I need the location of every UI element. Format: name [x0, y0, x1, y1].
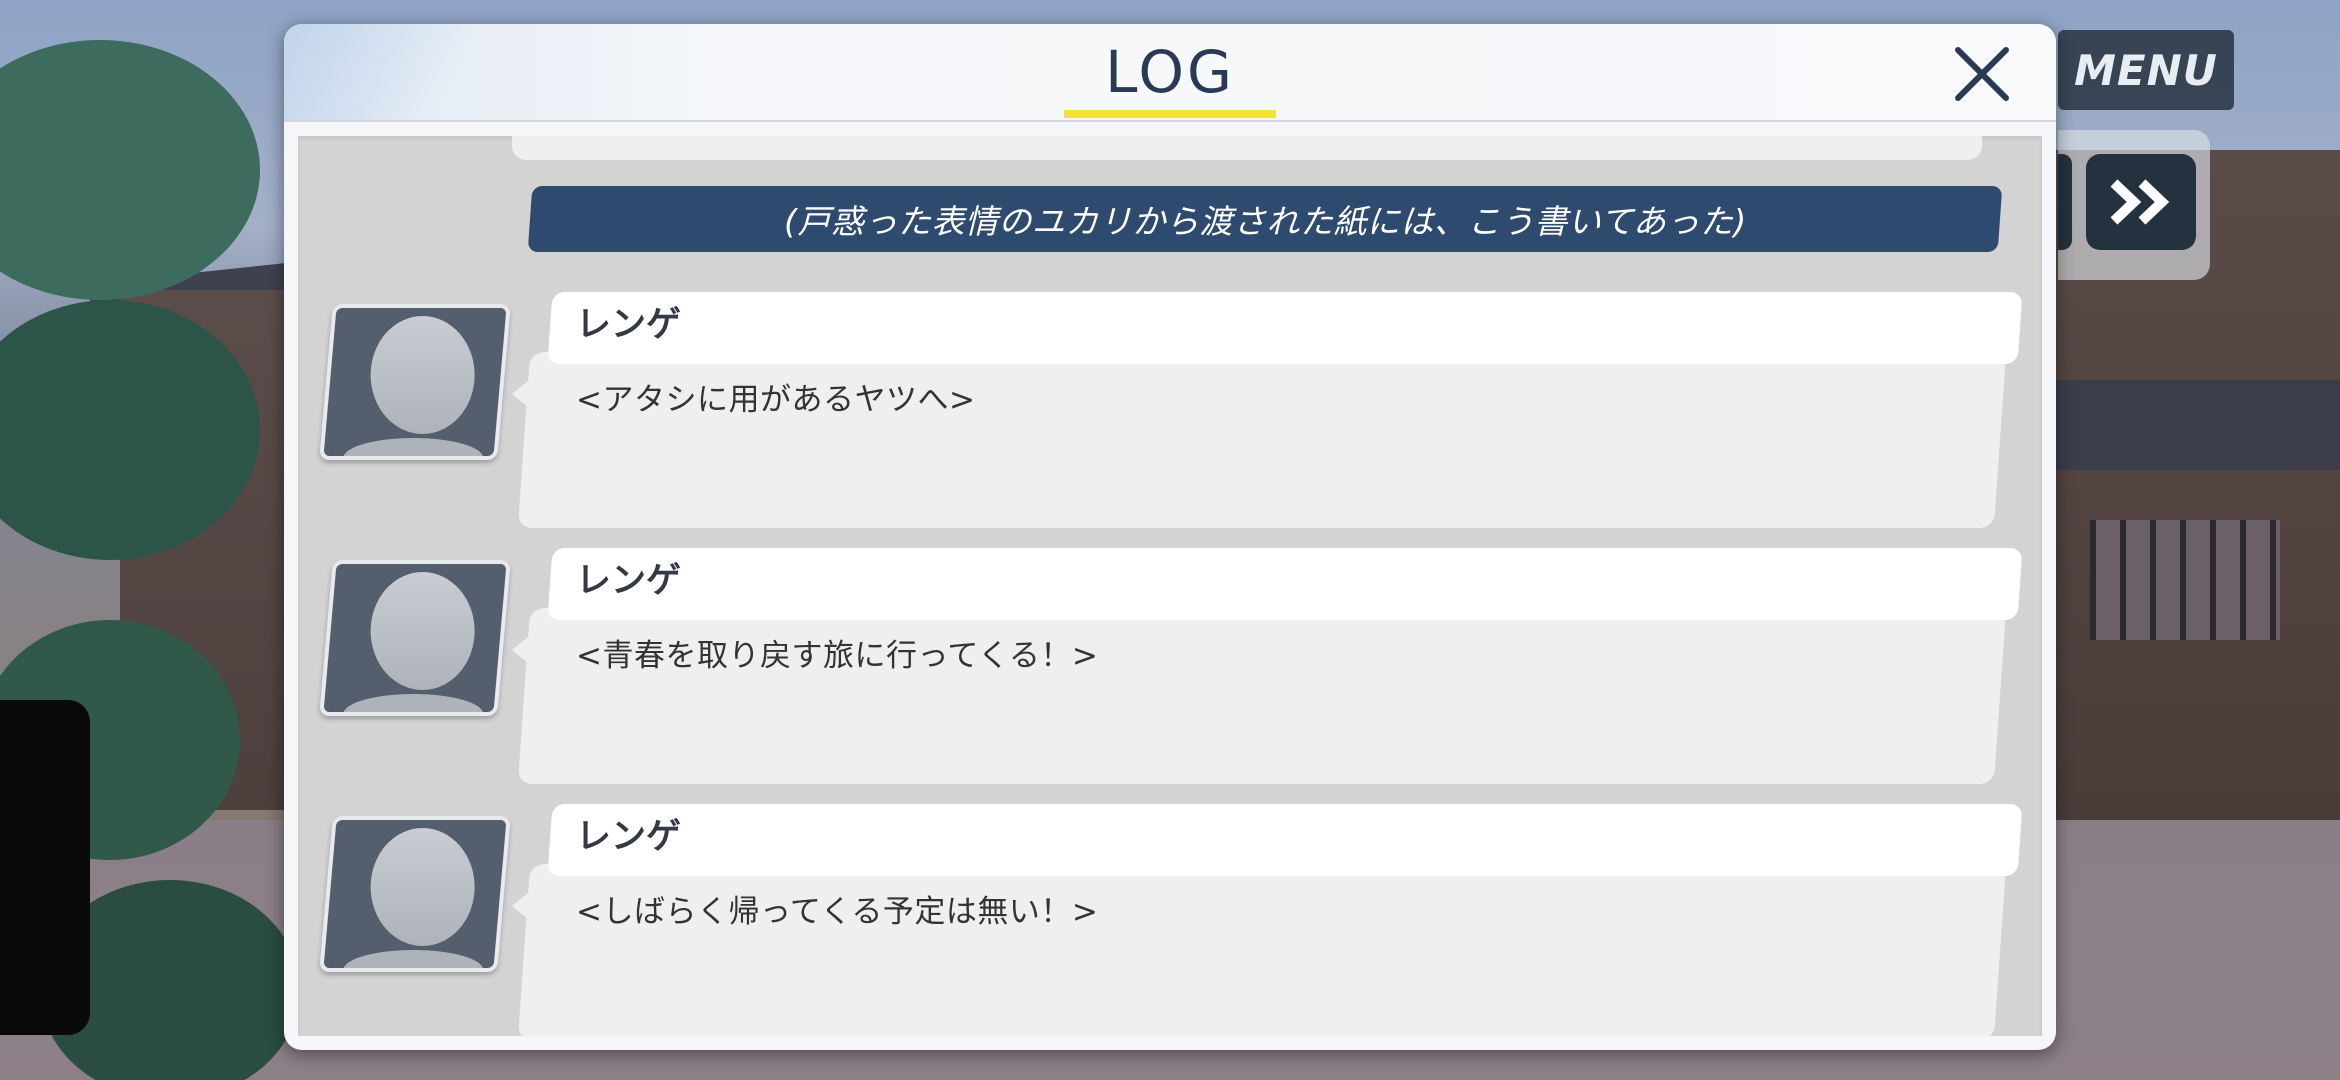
speaker-name: レンゲ [576, 817, 682, 857]
log-scroll-area[interactable]: (戸惑った表情のユカリから渡された紙には、こう書いてあった) レンゲ <アタシに… [298, 136, 2042, 1036]
log-entry: レンゲ <しばらく帰ってくる予定は無い！> [298, 804, 2042, 1036]
avatar-silhouette-shoulders [343, 694, 484, 716]
previous-entry-edge [512, 136, 1982, 160]
speaker-name-plate [547, 292, 2023, 364]
avatar-silhouette-head [370, 572, 475, 690]
avatar [319, 560, 511, 716]
bubble-pointer [512, 888, 534, 924]
speaker-name: レンゲ [576, 561, 682, 601]
dialogue-text: <アタシに用があるヤツへ> [576, 382, 976, 418]
speaker-name: レンゲ [576, 305, 682, 345]
speaker-name-plate [547, 548, 2023, 620]
menu-button[interactable]: MENU [2058, 30, 2234, 110]
auto-button[interactable] [2058, 154, 2072, 250]
bubble-pointer [512, 376, 534, 412]
log-title: LOG [1105, 38, 1235, 106]
avatar-silhouette-shoulders [343, 950, 484, 972]
close-button[interactable] [1950, 42, 2014, 106]
side-panel-handle[interactable] [0, 700, 90, 1035]
log-header: LOG [284, 24, 2056, 122]
dialogue-text: <しばらく帰ってくる予定は無い！> [576, 894, 1099, 930]
narration-banner: (戸惑った表情のユカリから渡された紙には、こう書いてあった) [527, 186, 2003, 252]
menu-label: MENU [2074, 45, 2218, 95]
narration-text: (戸惑った表情のユカリから渡された紙には、こう書いてあった) [783, 202, 1747, 241]
close-icon [1955, 47, 2009, 101]
bubble-pointer [512, 632, 534, 668]
avatar [319, 304, 511, 460]
dialogue-text: <青春を取り戻す旅に行ってくる！> [576, 638, 1099, 674]
log-modal: LOG (戸惑った表情のユカリから渡された紙には、こう書いてあった) レンゲ <… [284, 24, 2056, 1050]
log-entry: レンゲ <アタシに用があるヤツへ> [298, 292, 2042, 528]
skip-button[interactable] [2086, 154, 2196, 250]
avatar [319, 816, 511, 972]
speaker-name-plate [547, 804, 2023, 876]
double-chevron-right-icon [2110, 179, 2170, 225]
right-house-window [2090, 520, 2280, 640]
log-entry: レンゲ <青春を取り戻す旅に行ってくる！> [298, 548, 2042, 784]
avatar-silhouette-shoulders [343, 438, 484, 460]
avatar-silhouette-head [370, 316, 475, 434]
avatar-silhouette-head [370, 828, 475, 946]
title-underline [1064, 110, 1276, 118]
